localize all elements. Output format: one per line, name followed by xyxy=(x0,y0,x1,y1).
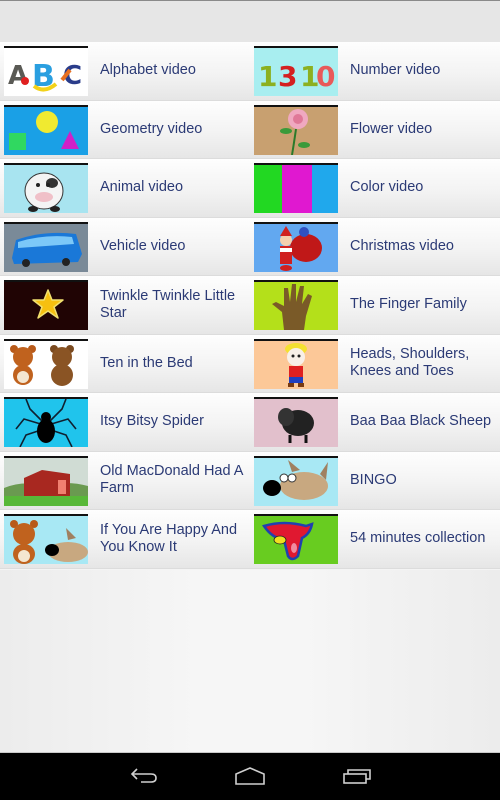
recent-apps-icon xyxy=(342,766,372,791)
video-title: Color video xyxy=(350,179,424,196)
video-title: Vehicle video xyxy=(100,237,186,254)
video-title: BINGO xyxy=(350,471,397,488)
video-item-geometry[interactable]: Geometry video xyxy=(0,100,250,159)
home-icon xyxy=(234,766,266,791)
hand-icon xyxy=(254,280,338,330)
video-item-finger-family[interactable]: The Finger Family xyxy=(250,276,500,335)
back-button[interactable] xyxy=(114,761,174,795)
video-title: Flower video xyxy=(350,120,433,137)
color-stripes-icon xyxy=(254,163,338,213)
farm-barn-icon xyxy=(4,455,88,506)
black-sheep-icon xyxy=(254,397,338,447)
home-button[interactable] xyxy=(220,761,280,795)
video-title: Alphabet video xyxy=(100,62,196,79)
video-item-twinkle-star[interactable]: Twinkle Twinkle Little Star xyxy=(0,276,250,335)
video-title: Twinkle Twinkle Little Star xyxy=(100,287,236,321)
rose-icon xyxy=(254,104,338,155)
teddy-bears-icon xyxy=(4,338,88,389)
video-item-old-macdonald[interactable]: Old MacDonald Had A Farm xyxy=(0,451,250,510)
video-item-animal[interactable]: Animal video xyxy=(0,159,250,218)
system-navigation-bar xyxy=(0,753,500,800)
bus-icon xyxy=(4,221,88,272)
svg-text:3: 3 xyxy=(278,60,297,93)
collection-splash-icon xyxy=(254,514,338,564)
abc-letters-icon: A B C xyxy=(4,46,88,96)
video-title: Baa Baa Black Sheep xyxy=(350,413,492,430)
video-item-heads-shoulders[interactable]: Heads, Shoulders, Knees and Toes xyxy=(250,334,500,393)
shapes-icon xyxy=(4,104,88,155)
video-item-number[interactable]: 1 3 1 0 Number video xyxy=(250,42,500,101)
dog-icon xyxy=(254,455,338,506)
recent-apps-button[interactable] xyxy=(327,761,387,795)
video-title: If You Are Happy And You Know It xyxy=(100,521,238,555)
video-title: 54 minutes collection xyxy=(350,530,486,547)
video-title: Christmas video xyxy=(350,237,454,254)
video-item-ten-in-the-bed[interactable]: Ten in the Bed xyxy=(0,334,250,393)
video-item-alphabet[interactable]: A B C Alphabet video xyxy=(0,42,250,101)
action-bar xyxy=(0,0,500,42)
video-title: Itsy Bitsy Spider xyxy=(100,413,204,430)
video-title: Ten in the Bed xyxy=(100,354,193,371)
star-icon xyxy=(4,280,88,330)
video-title: The Finger Family xyxy=(350,296,467,313)
bear-and-dog-icon xyxy=(4,514,88,564)
back-icon xyxy=(129,766,159,791)
video-item-54-minutes-collection[interactable]: 54 minutes collection xyxy=(250,510,500,569)
video-title: Geometry video xyxy=(100,120,203,137)
cow-icon xyxy=(4,163,88,213)
video-grid: A B C Alphabet video 1 3 1 0 Number vide… xyxy=(0,42,500,569)
svg-text:A: A xyxy=(8,61,28,91)
video-item-christmas[interactable]: Christmas video xyxy=(250,217,500,276)
video-item-if-you-are-happy[interactable]: If You Are Happy And You Know It xyxy=(0,510,250,569)
empty-area xyxy=(0,570,500,753)
cartoon-boy-icon xyxy=(254,338,338,389)
video-item-itsy-bitsy-spider[interactable]: Itsy Bitsy Spider xyxy=(0,393,250,452)
video-item-color[interactable]: Color video xyxy=(250,159,500,218)
video-item-flower[interactable]: Flower video xyxy=(250,100,500,159)
video-item-vehicle[interactable]: Vehicle video xyxy=(0,217,250,276)
numbers-1-3-10-icon: 1 3 1 0 xyxy=(254,46,338,96)
svg-text:0: 0 xyxy=(316,60,335,93)
video-item-bingo[interactable]: BINGO xyxy=(250,451,500,510)
santa-icon xyxy=(254,221,338,272)
svg-text:1: 1 xyxy=(258,60,277,93)
spider-icon xyxy=(4,397,88,447)
video-title: Animal video xyxy=(100,179,184,196)
video-title: Number video xyxy=(350,62,441,79)
video-title: Heads, Shoulders, Knees and Toes xyxy=(350,346,470,380)
video-title: Old MacDonald Had A Farm xyxy=(100,463,243,497)
video-item-baa-baa-black-sheep[interactable]: Baa Baa Black Sheep xyxy=(250,393,500,452)
